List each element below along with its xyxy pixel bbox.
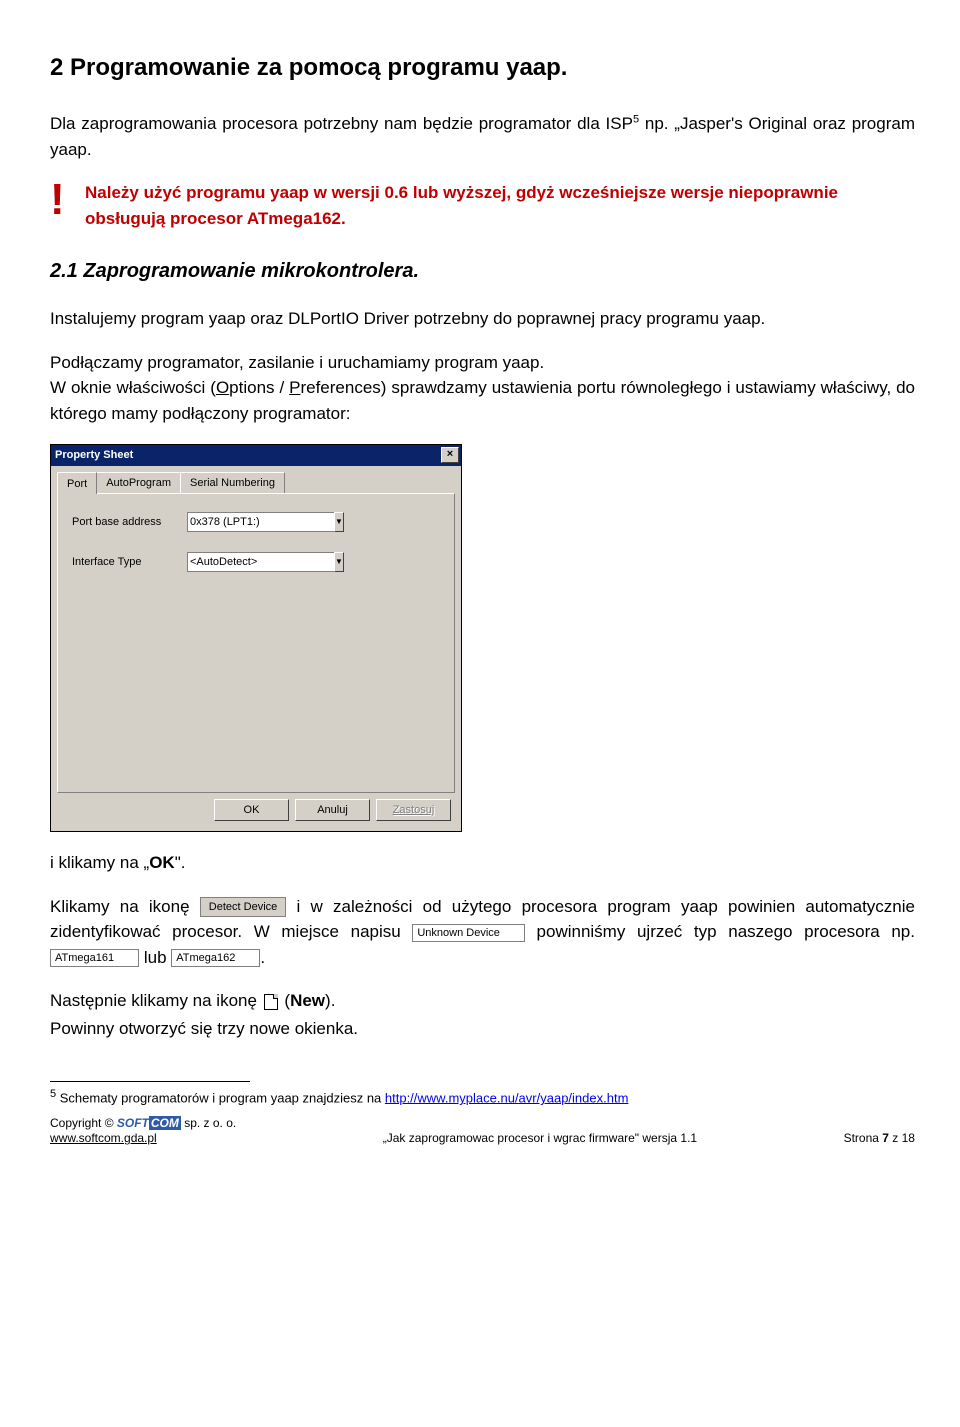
company-suffix: sp. z o. o.	[181, 1116, 236, 1130]
atmega162-field: ATmega162	[171, 949, 260, 967]
p6-a: Klikamy na ikonę	[50, 897, 200, 916]
footer-www-link[interactable]: www.softcom.gda.pl	[50, 1131, 157, 1145]
footer-right: Strona 7 z 18	[844, 1129, 915, 1147]
intro-text-a: Dla zaprogramowania procesora potrzebny …	[50, 114, 633, 133]
label-port-base-address: Port base address	[72, 514, 187, 531]
copyright-label: Copyright ©	[50, 1116, 117, 1130]
softcom-com: COM	[149, 1116, 181, 1130]
tab-port[interactable]: Port	[57, 472, 97, 495]
paragraph-click-ok: i klikamy na „OK".	[50, 850, 915, 876]
ok-button[interactable]: OK	[214, 799, 289, 821]
section-title: 2 Programowanie za pomocą programu yaap.	[50, 50, 915, 86]
label-interface-type: Interface Type	[72, 554, 187, 571]
tab-strip: Port AutoProgram Serial Numbering	[51, 466, 461, 494]
titlebar: Property Sheet ×	[51, 445, 461, 466]
softcom-soft: SOFT	[117, 1116, 149, 1130]
footnote-5: 5 Schematy programatorów i program yaap …	[50, 1086, 915, 1108]
chevron-down-icon[interactable]: ▼	[334, 512, 344, 532]
footer-center: „Jak zaprogramowac procesor i wgrac firm…	[383, 1129, 697, 1147]
unknown-device-field: Unknown Device	[412, 924, 525, 942]
footnote-link[interactable]: http://www.myplace.nu/avr/yaap/index.htm	[385, 1090, 629, 1105]
footer-left: Copyright © SOFTCOM sp. z o. o. www.soft…	[50, 1116, 236, 1147]
combo-interface-type[interactable]: ▼	[187, 552, 327, 572]
warning-note: ! Należy użyć programu yaap w wersji 0.6…	[50, 180, 915, 231]
apply-button: Zastosuj	[376, 799, 451, 821]
p4-a: W oknie właściwości (	[50, 378, 216, 397]
options-letter: O	[216, 378, 229, 397]
combo-port-base-address[interactable]: ▼	[187, 512, 327, 532]
p7-c: ).	[325, 991, 335, 1010]
close-button[interactable]: ×	[441, 447, 459, 463]
property-sheet-window: Property Sheet × Port AutoProgram Serial…	[50, 444, 462, 832]
cancel-button[interactable]: Anuluj	[295, 799, 370, 821]
footnote-rule	[50, 1081, 250, 1082]
paragraph-new-icon: Następnie klikamy na ikonę (New).	[50, 988, 915, 1014]
paragraph-connect: Podłączamy programator, zasilanie i uruc…	[50, 350, 915, 376]
chevron-down-icon[interactable]: ▼	[334, 552, 344, 572]
window-title: Property Sheet	[55, 447, 133, 464]
input-interface-type[interactable]	[187, 552, 334, 572]
dialog-button-row: OK Anuluj Zastosuj	[51, 799, 461, 831]
new-word: New	[290, 991, 325, 1010]
warning-text: Należy użyć programu yaap w wersji 0.6 l…	[85, 180, 915, 231]
page-label: Strona	[844, 1131, 883, 1145]
paragraph-install: Instalujemy program yaap oraz DLPortIO D…	[50, 306, 915, 332]
apply-label: Zastosuj	[393, 804, 435, 816]
input-port-base-address[interactable]	[187, 512, 334, 532]
atmega161-field: ATmega161	[50, 949, 139, 967]
p6-lub: lub	[139, 948, 171, 967]
page-total: z 18	[889, 1131, 915, 1145]
paragraph-options: W oknie właściwości (Options / Preferenc…	[50, 375, 915, 426]
tab-body-port: Port base address ▼ Interface Type ▼	[57, 493, 455, 793]
subsection-title: 2.1 Zaprogramowanie mikrokontrolera.	[50, 256, 915, 286]
paragraph-detect-device: Klikamy na ikonę Detect Device i w zależ…	[50, 894, 915, 971]
p7-a: Następnie klikamy na ikonę	[50, 991, 262, 1010]
new-file-icon[interactable]	[264, 994, 278, 1010]
p5-a: i klikamy na „	[50, 853, 149, 872]
page-number: 7	[882, 1131, 889, 1145]
exclamation-icon: !	[50, 178, 85, 222]
page-footer: Copyright © SOFTCOM sp. z o. o. www.soft…	[50, 1116, 915, 1147]
p5-b: ".	[175, 853, 186, 872]
p7-b: (	[280, 991, 290, 1010]
intro-paragraph: Dla zaprogramowania procesora potrzebny …	[50, 111, 915, 162]
detect-device-button[interactable]: Detect Device	[200, 897, 286, 917]
paragraph-three-windows: Powinny otworzyć się trzy nowe okienka.	[50, 1016, 915, 1042]
p4-b: ptions /	[229, 378, 289, 397]
p6-c: powinniśmy ujrzeć typ naszego procesora …	[525, 922, 915, 941]
p6-dot: .	[260, 948, 265, 967]
ok-word: OK	[149, 853, 175, 872]
tab-serial-numbering[interactable]: Serial Numbering	[180, 472, 285, 494]
footnote-text: Schematy programatorów i program yaap zn…	[56, 1090, 385, 1105]
prefs-letter: P	[289, 378, 300, 397]
tab-autoprogram[interactable]: AutoProgram	[96, 472, 181, 494]
